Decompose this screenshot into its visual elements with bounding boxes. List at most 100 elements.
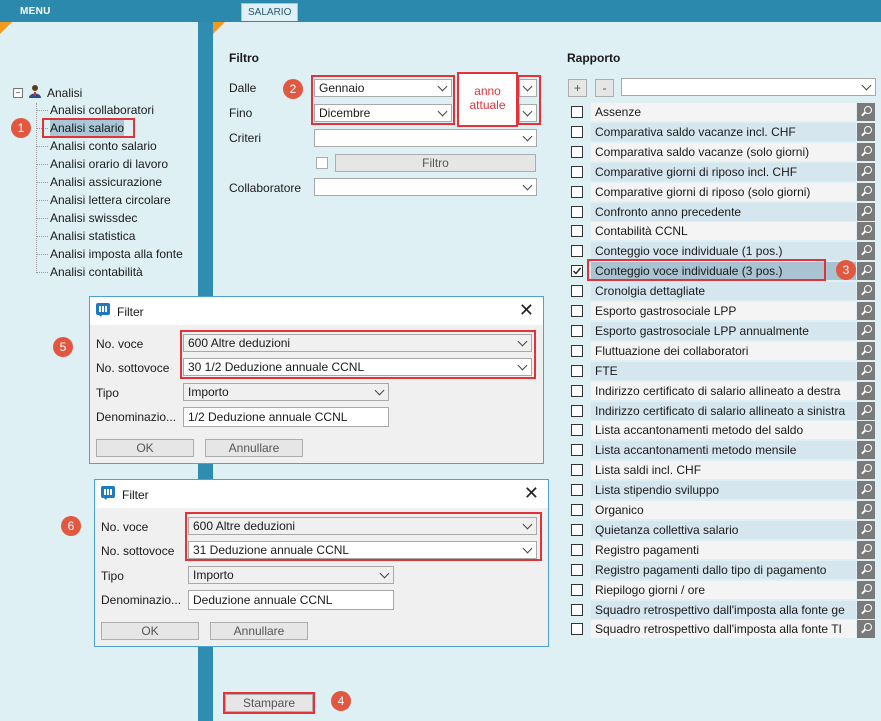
search-icon[interactable] bbox=[857, 520, 875, 539]
close-icon[interactable]: ✕ bbox=[519, 300, 534, 321]
report-row[interactable]: Squadro retrospettivo dall'imposta alla … bbox=[591, 620, 856, 639]
tree-item[interactable]: Analisi lettera circolare bbox=[50, 192, 171, 208]
tree-item[interactable]: Analisi statistica bbox=[50, 228, 135, 244]
denominazione-input[interactable]: Deduzione annuale CCNL bbox=[188, 590, 394, 610]
tipo-select[interactable]: Importo bbox=[183, 383, 389, 401]
search-icon[interactable] bbox=[857, 282, 875, 301]
search-icon[interactable] bbox=[857, 142, 875, 161]
report-row[interactable]: Indirizzo certificato di salario allinea… bbox=[591, 401, 856, 420]
report-checkbox[interactable] bbox=[571, 563, 583, 576]
close-icon[interactable]: ✕ bbox=[524, 483, 539, 504]
search-icon[interactable] bbox=[857, 321, 875, 340]
report-row[interactable]: Fluttuazione dei collaboratori bbox=[591, 341, 856, 360]
report-checkbox[interactable] bbox=[571, 344, 583, 357]
report-checkbox[interactable] bbox=[571, 504, 583, 516]
report-checkbox[interactable] bbox=[571, 185, 583, 198]
report-checkbox[interactable] bbox=[571, 324, 583, 337]
search-icon[interactable] bbox=[857, 401, 875, 420]
search-icon[interactable] bbox=[857, 262, 875, 281]
report-checkbox[interactable] bbox=[571, 285, 583, 298]
report-row[interactable]: Esporto gastrosociale LPP annualmente bbox=[591, 321, 856, 340]
report-checkbox[interactable] bbox=[571, 205, 583, 218]
report-checkbox[interactable] bbox=[571, 603, 583, 616]
report-checkbox[interactable] bbox=[571, 583, 583, 596]
expand-all-button[interactable]: + bbox=[568, 79, 587, 97]
tipo-select[interactable]: Importo bbox=[188, 566, 394, 584]
ok-button[interactable]: OK bbox=[101, 622, 199, 640]
tree-item[interactable]: Analisi collaboratori bbox=[50, 102, 154, 118]
report-checkbox[interactable] bbox=[571, 305, 583, 317]
report-checkbox[interactable] bbox=[571, 245, 583, 258]
tree-item[interactable]: Analisi assicurazione bbox=[50, 174, 162, 190]
search-icon[interactable] bbox=[857, 560, 875, 579]
collapse-all-button[interactable]: - bbox=[595, 79, 614, 97]
search-icon[interactable] bbox=[857, 600, 875, 619]
tab-salario[interactable]: SALARIO bbox=[241, 3, 299, 21]
report-checkbox[interactable] bbox=[571, 106, 583, 118]
tree-item[interactable]: Analisi conto salario bbox=[50, 138, 157, 154]
report-checkbox[interactable] bbox=[571, 623, 583, 636]
search-icon[interactable] bbox=[857, 540, 875, 559]
report-checkbox[interactable] bbox=[571, 125, 583, 138]
report-row[interactable]: Quietanza collettiva salario bbox=[591, 520, 856, 539]
search-icon[interactable] bbox=[857, 361, 875, 380]
search-icon[interactable] bbox=[857, 222, 875, 241]
tree-item[interactable]: Analisi contabilità bbox=[50, 264, 143, 280]
report-checkbox[interactable] bbox=[571, 523, 583, 536]
report-row[interactable]: Lista stipendio sviluppo bbox=[591, 481, 856, 500]
report-checkbox[interactable] bbox=[571, 384, 583, 397]
report-row[interactable]: Lista saldi incl. CHF bbox=[591, 461, 856, 480]
report-checkbox[interactable] bbox=[571, 165, 583, 178]
report-checkbox[interactable] bbox=[571, 424, 583, 437]
search-icon[interactable] bbox=[857, 341, 875, 360]
report-row[interactable]: Esporto gastrosociale LPP bbox=[591, 302, 856, 320]
search-icon[interactable] bbox=[857, 620, 875, 639]
collapse-icon[interactable]: − bbox=[13, 88, 23, 98]
report-row[interactable]: Comparative giorni di riposo (solo giorn… bbox=[591, 182, 856, 201]
search-icon[interactable] bbox=[857, 501, 875, 519]
search-icon[interactable] bbox=[857, 302, 875, 320]
ok-button[interactable]: OK bbox=[96, 439, 194, 457]
search-icon[interactable] bbox=[857, 580, 875, 599]
report-row[interactable]: Indirizzo certificato di salario allinea… bbox=[591, 381, 856, 400]
report-checkbox[interactable] bbox=[571, 225, 583, 238]
filtro-button[interactable]: Filtro bbox=[335, 154, 536, 172]
search-icon[interactable] bbox=[857, 103, 875, 121]
report-row[interactable]: Assenze bbox=[591, 103, 856, 121]
filtro-checkbox[interactable] bbox=[316, 157, 328, 169]
tree-root-label[interactable]: Analisi bbox=[47, 86, 82, 100]
report-row[interactable]: FTE bbox=[591, 361, 856, 380]
report-row[interactable]: Comparativa saldo vacanze (solo giorni) bbox=[591, 142, 856, 161]
rapporto-select[interactable] bbox=[621, 78, 876, 96]
report-checkbox[interactable] bbox=[571, 464, 583, 477]
tree-item[interactable]: Analisi swissdec bbox=[50, 210, 137, 226]
tree-item[interactable]: Analisi imposta alla fonte bbox=[50, 246, 183, 262]
report-checkbox[interactable] bbox=[571, 444, 583, 457]
report-row[interactable]: Cronolgia dettagliate bbox=[591, 282, 856, 301]
report-row[interactable]: Confronto anno precedente bbox=[591, 202, 856, 221]
search-icon[interactable] bbox=[857, 122, 875, 141]
report-row[interactable]: Registro pagamenti bbox=[591, 540, 856, 559]
report-checkbox[interactable] bbox=[571, 364, 583, 377]
denominazione-input[interactable]: 1/2 Deduzione annuale CCNL bbox=[183, 407, 389, 427]
tree-item[interactable]: Analisi orario di lavoro bbox=[50, 156, 168, 172]
cancel-button[interactable]: Annullare bbox=[210, 622, 308, 640]
report-checkbox[interactable] bbox=[571, 543, 583, 556]
search-icon[interactable] bbox=[857, 441, 875, 460]
report-row[interactable]: Squadro retrospettivo dall'imposta alla … bbox=[591, 600, 856, 619]
report-row[interactable]: Riepilogo giorni / ore bbox=[591, 580, 856, 599]
collaboratore-select[interactable] bbox=[314, 178, 537, 196]
search-icon[interactable] bbox=[857, 162, 875, 181]
report-row[interactable]: Lista accantonamenti metodo mensile bbox=[591, 441, 856, 460]
report-checkbox[interactable] bbox=[571, 404, 583, 417]
report-row[interactable]: Registro pagamenti dallo tipo di pagamen… bbox=[591, 560, 856, 579]
report-row[interactable]: Comparativa saldo vacanze incl. CHF bbox=[591, 122, 856, 141]
search-icon[interactable] bbox=[857, 182, 875, 201]
search-icon[interactable] bbox=[857, 461, 875, 480]
search-icon[interactable] bbox=[857, 481, 875, 500]
report-row[interactable]: Organico bbox=[591, 501, 856, 519]
cancel-button[interactable]: Annullare bbox=[205, 439, 303, 457]
report-checkbox[interactable] bbox=[571, 265, 583, 278]
report-checkbox[interactable] bbox=[571, 484, 583, 497]
report-row[interactable]: Lista accantonamenti metodo del saldo bbox=[591, 421, 856, 440]
